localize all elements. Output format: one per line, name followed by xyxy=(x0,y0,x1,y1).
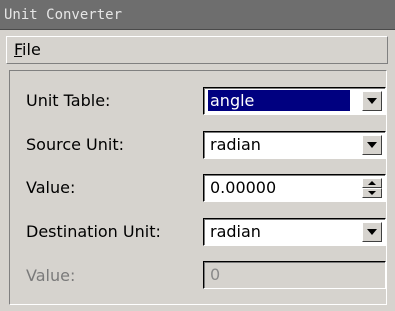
window-title: Unit Converter xyxy=(0,0,395,30)
value-spinbox[interactable]: 0.00000 xyxy=(203,174,386,202)
unit-converter-window: Unit Converter File Unit Table: angle So… xyxy=(0,0,395,311)
source-unit-combobox[interactable]: radian xyxy=(203,131,386,159)
destination-unit-combobox[interactable]: radian xyxy=(203,218,386,246)
source-unit-label: Source Unit: xyxy=(26,135,124,154)
menu-file-label: ile xyxy=(22,40,41,59)
menu-file-accelerator: F xyxy=(14,40,23,59)
value-label: Value: xyxy=(26,178,76,197)
result-value-label: Value: xyxy=(26,266,76,285)
chevron-down-icon[interactable] xyxy=(362,91,382,111)
result-value: 0 xyxy=(210,265,221,284)
unit-table-combobox[interactable]: angle xyxy=(203,87,386,115)
value-spinner[interactable] xyxy=(362,178,382,198)
spin-up-icon[interactable] xyxy=(362,178,382,188)
menu-file[interactable]: File xyxy=(11,39,44,60)
chevron-down-icon[interactable] xyxy=(362,222,382,242)
result-value-field: 0 xyxy=(203,261,386,289)
spin-down-icon[interactable] xyxy=(362,188,382,198)
unit-table-label: Unit Table: xyxy=(26,91,111,110)
value-input[interactable]: 0.00000 xyxy=(210,178,276,197)
menubar: File xyxy=(6,36,388,64)
unit-table-value[interactable]: angle xyxy=(208,90,350,111)
source-unit-value[interactable]: radian xyxy=(210,135,261,154)
destination-unit-value[interactable]: radian xyxy=(210,222,261,241)
chevron-down-icon[interactable] xyxy=(362,135,382,155)
destination-unit-label: Destination Unit: xyxy=(26,222,161,241)
